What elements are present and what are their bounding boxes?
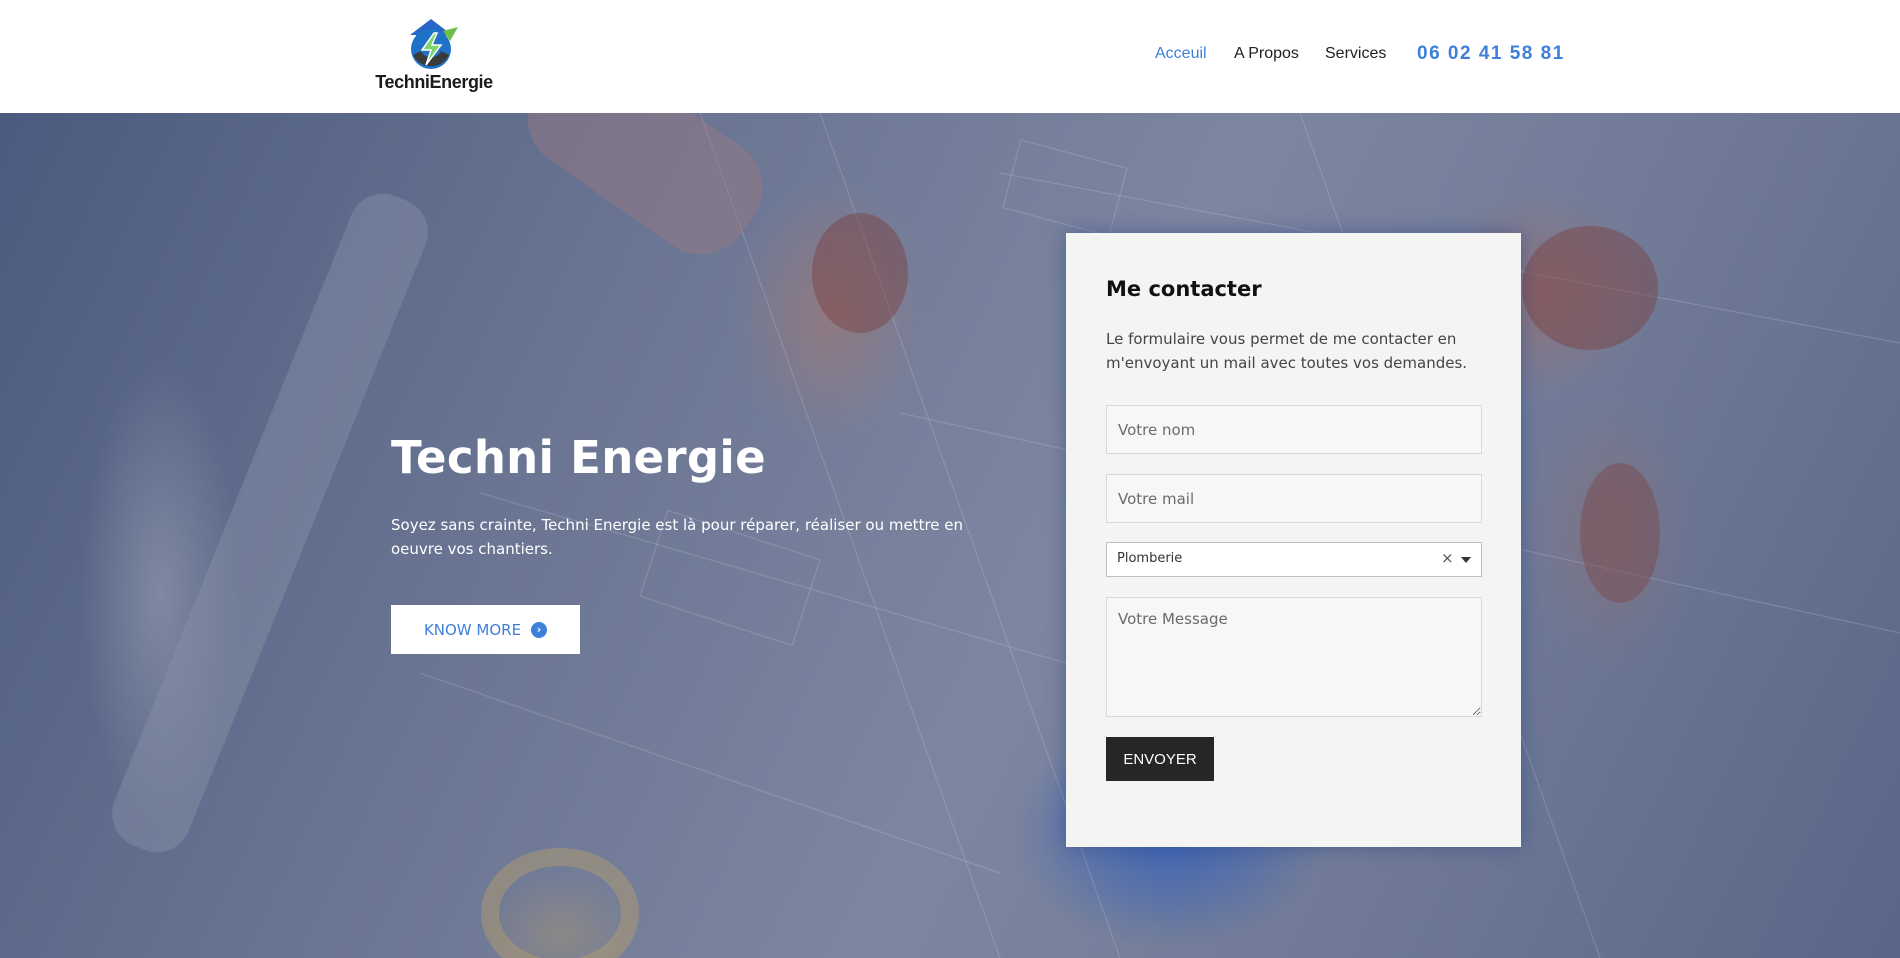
nav-item-services[interactable]: Services <box>1325 45 1386 63</box>
clear-icon[interactable]: × <box>1441 549 1454 567</box>
know-more-label: KNOW MORE <box>423 620 522 639</box>
hero-section: Techni Energie Soyez sans crainte, Techn… <box>0 113 1900 958</box>
logo-bolt-icon <box>410 19 458 69</box>
logo-text: TechniEnergie <box>375 72 493 92</box>
email-input[interactable] <box>1106 474 1482 523</box>
contact-description: Le formulaire vous permet de me contacte… <box>1106 330 1468 372</box>
hero-subtitle: Soyez sans crainte, Techni Energie est l… <box>391 516 964 558</box>
phone-number-link[interactable]: 06 02 41 58 81 <box>1417 43 1565 65</box>
message-textarea[interactable] <box>1106 597 1482 717</box>
site-logo[interactable]: TechniEnergie <box>373 17 495 95</box>
know-more-button[interactable]: KNOW MORE › <box>391 605 580 654</box>
contact-form-card: Me contacter Le formulaire vous permet d… <box>1066 233 1521 847</box>
send-button[interactable]: ENVOYER <box>1106 737 1214 781</box>
nav-item-acceuil[interactable]: Acceuil <box>1155 45 1207 63</box>
site-header: TechniEnergie Acceuil A Propos Services … <box>0 0 1900 113</box>
chevron-circle-right-icon: › <box>531 621 548 638</box>
service-select-value: Plomberie <box>1117 551 1183 566</box>
nav-item-a-propos[interactable]: A Propos <box>1234 45 1299 63</box>
hero-title: Techni Energie <box>391 431 766 484</box>
name-input[interactable] <box>1106 405 1482 454</box>
contact-title: Me contacter <box>1106 277 1262 301</box>
service-select[interactable]: Plomberie × <box>1106 542 1482 577</box>
chevron-down-icon[interactable] <box>1461 557 1471 563</box>
